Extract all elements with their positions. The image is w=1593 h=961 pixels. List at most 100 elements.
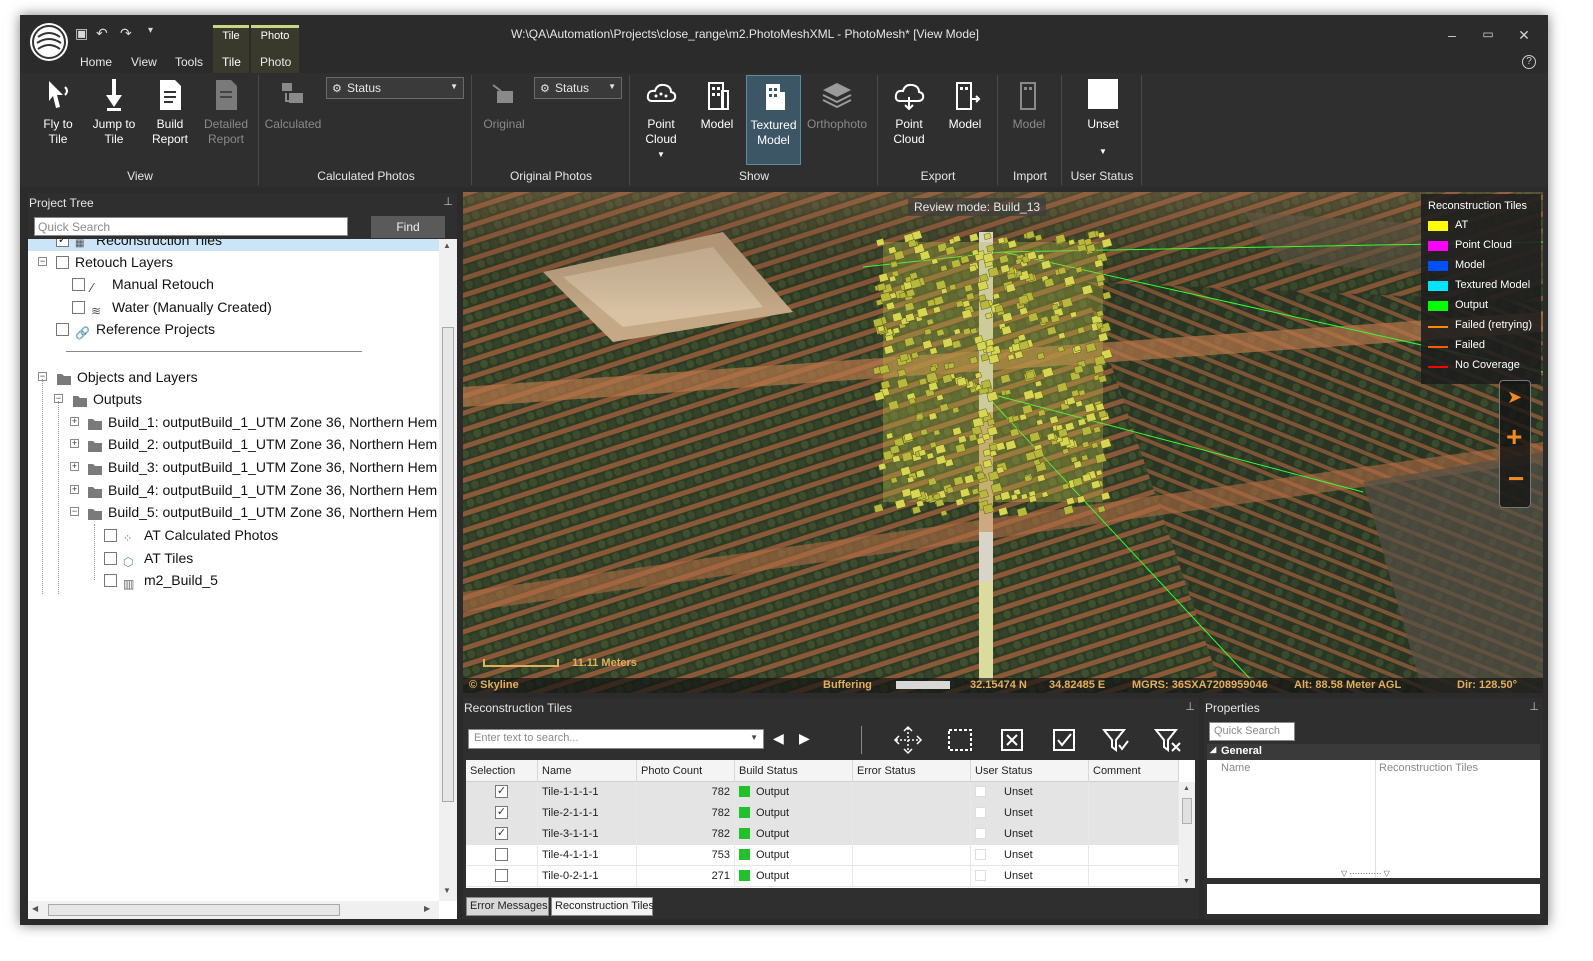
scroll-up-icon[interactable]: ▲ — [1183, 785, 1190, 792]
3d-viewport[interactable]: Review mode: Build_13 Reconstruction Til… — [463, 192, 1543, 693]
minimize-button[interactable]: – — [1437, 27, 1467, 43]
pin-icon[interactable]: ⊥ — [1529, 700, 1539, 713]
row-checkbox[interactable]: ✓ — [495, 827, 508, 840]
undo-icon[interactable]: ↶ — [96, 25, 108, 42]
row-checkbox[interactable] — [495, 869, 508, 882]
tree-item-build-2[interactable]: + Build_2: outputBuild_1_UTM Zone 36, No… — [70, 433, 437, 455]
tab-photo[interactable]: Photo — [260, 55, 291, 69]
column-header-build-status[interactable]: Build Status — [735, 760, 853, 782]
tree-item-build-4[interactable]: + Build_4: outputBuild_1_UTM Zone 36, No… — [70, 479, 437, 501]
tree-item-checkbox[interactable] — [104, 528, 117, 542]
fly-to-tile-button[interactable]: Fly to Tile — [30, 75, 86, 165]
column-header-selection[interactable]: Selection — [466, 760, 538, 782]
tree-item-build-5[interactable]: − Build_5: outputBuild_1_UTM Zone 36, No… — [70, 501, 437, 523]
scroll-right-icon[interactable]: ▶ — [424, 904, 430, 913]
scrollbar-thumb[interactable] — [442, 327, 454, 802]
tree-item-outputs[interactable]: − Outputs — [54, 388, 142, 410]
chevron-down-icon[interactable]: ▼ — [750, 733, 758, 742]
scroll-down-icon[interactable]: ▼ — [443, 886, 451, 895]
customize-qat-icon[interactable]: ▾ — [148, 25, 153, 36]
column-header-comment[interactable]: Comment — [1089, 760, 1179, 782]
pin-icon[interactable]: ⊥ — [1185, 700, 1195, 713]
import-model-button[interactable]: Model — [1002, 75, 1056, 165]
calculated-button[interactable]: Calculated — [262, 75, 324, 165]
tree-item-at-tiles[interactable]: ⬡ AT Tiles — [104, 547, 193, 569]
show-textured-model-button[interactable]: Textured Model — [746, 75, 801, 165]
row-checkbox[interactable] — [495, 848, 508, 861]
tree-item-checkbox[interactable] — [104, 573, 117, 587]
scrollbar-thumb[interactable] — [48, 904, 340, 916]
export-model-button[interactable]: Model — [938, 75, 992, 165]
tree-item-reconstruction-tiles[interactable]: ✓ ▦ Reconstruction Tiles — [28, 239, 439, 251]
show-point-cloud-button[interactable]: Point Cloud ▼ — [634, 75, 688, 165]
original-button[interactable]: Original — [476, 75, 532, 165]
column-header-photo-count[interactable]: Photo Count — [637, 760, 735, 782]
properties-category[interactable]: ◢ General — [1207, 744, 1540, 760]
table-row[interactable]: ✓ Tile-2-1-1-1 782 Output Unset — [466, 803, 1179, 824]
tree-horizontal-scrollbar[interactable]: ◀ ▶ — [28, 901, 439, 919]
show-orthophoto-button[interactable]: Orthophoto — [804, 75, 870, 165]
table-row[interactable]: Tile-4-1-1-1 753 Output Unset — [466, 845, 1179, 866]
compass-icon[interactable]: ➤ — [1507, 387, 1522, 408]
tab-reconstruction-tiles[interactable]: Reconstruction Tiles — [551, 897, 654, 916]
export-point-cloud-button[interactable]: Point Cloud — [882, 75, 936, 165]
tree-item-checkbox[interactable] — [72, 300, 85, 314]
detailed-report-button[interactable]: Detailed Report — [198, 75, 254, 165]
tree-item-m2-build-5[interactable]: ▥ m2_Build_5 — [104, 569, 218, 591]
tab-error-messages[interactable]: Error Messages — [466, 897, 549, 916]
user-status-unset-button[interactable]: Unset ▼ — [1068, 75, 1138, 165]
tree-item-checkbox[interactable] — [56, 255, 69, 269]
maximize-button[interactable]: ▭ — [1473, 27, 1503, 41]
table-row[interactable]: ✓ Tile-1-1-1-1 782 Output Unset — [466, 782, 1179, 803]
scroll-down-icon[interactable]: ▼ — [1183, 878, 1190, 885]
grid-vertical-scrollbar[interactable]: ▲ ▼ — [1179, 782, 1195, 888]
close-button[interactable]: ✕ — [1509, 27, 1539, 44]
tab-tools[interactable]: Tools — [175, 55, 203, 69]
expand-icon[interactable]: + — [70, 439, 79, 448]
jump-to-tile-button[interactable]: Jump to Tile — [86, 75, 142, 165]
project-tree-search-input[interactable]: Quick Search — [34, 217, 348, 236]
zoom-in-button[interactable]: + — [1506, 421, 1522, 453]
calculated-status-dropdown[interactable]: ⚙ Status ▼ — [326, 77, 464, 99]
select-rectangle-icon[interactable] — [945, 725, 975, 755]
zoom-out-button[interactable]: − — [1508, 463, 1524, 495]
column-header-name[interactable]: Name — [538, 760, 637, 782]
pin-icon[interactable]: ⊥ — [443, 195, 453, 208]
tree-item-at-calculated-photos[interactable]: ⁘ AT Calculated Photos — [104, 524, 278, 546]
show-model-button[interactable]: Model — [690, 75, 744, 165]
tree-item-checkbox[interactable] — [104, 551, 117, 565]
properties-search-input[interactable]: Quick Search — [1209, 722, 1295, 741]
tree-vertical-scrollbar[interactable]: ▲ ▼ — [439, 239, 457, 901]
tree-item-water[interactable]: ≋ Water (Manually Created) — [72, 296, 272, 318]
expand-icon[interactable]: + — [70, 485, 79, 494]
tree-item-build-1[interactable]: + Build_1: outputBuild_1_UTM Zone 36, No… — [70, 411, 437, 433]
tree-item-reference-projects[interactable]: 🔗 Reference Projects — [56, 318, 215, 340]
collapse-icon[interactable]: − — [70, 507, 79, 516]
next-icon[interactable]: ▶ — [799, 730, 810, 747]
select-all-icon[interactable] — [1049, 725, 1079, 755]
filter-selection-icon[interactable] — [1101, 725, 1131, 755]
tab-tile[interactable]: Tile — [222, 55, 241, 69]
tree-item-checkbox[interactable]: ✓ — [56, 239, 69, 247]
expand-icon[interactable]: + — [70, 417, 79, 426]
clear-selection-icon[interactable] — [997, 725, 1027, 755]
row-checkbox[interactable]: ✓ — [495, 785, 508, 798]
expand-icon[interactable]: + — [70, 462, 79, 471]
tab-home[interactable]: Home — [80, 55, 112, 69]
row-checkbox[interactable]: ✓ — [495, 806, 508, 819]
find-button[interactable]: Find — [371, 216, 445, 238]
tab-view[interactable]: View — [131, 55, 157, 69]
scrollbar-thumb[interactable] — [1182, 798, 1192, 824]
property-row-name[interactable]: Name Reconstruction Tiles — [1207, 760, 1540, 878]
original-status-dropdown[interactable]: ⚙ Status ▼ — [534, 77, 622, 99]
previous-icon[interactable]: ◀ — [773, 730, 784, 747]
collapse-icon[interactable]: ◢ — [1210, 745, 1216, 754]
help-icon[interactable]: ? — [1522, 55, 1536, 69]
tree-item-checkbox[interactable] — [56, 322, 69, 336]
redo-icon[interactable]: ↷ — [120, 25, 132, 42]
column-header-error-status[interactable]: Error Status — [853, 760, 971, 782]
scroll-up-icon[interactable]: ▲ — [443, 241, 451, 250]
table-row[interactable]: ✓ Tile-3-1-1-1 782 Output Unset — [466, 824, 1179, 845]
build-report-button[interactable]: Build Report — [142, 75, 198, 165]
save-icon[interactable]: ▣ — [75, 25, 88, 42]
